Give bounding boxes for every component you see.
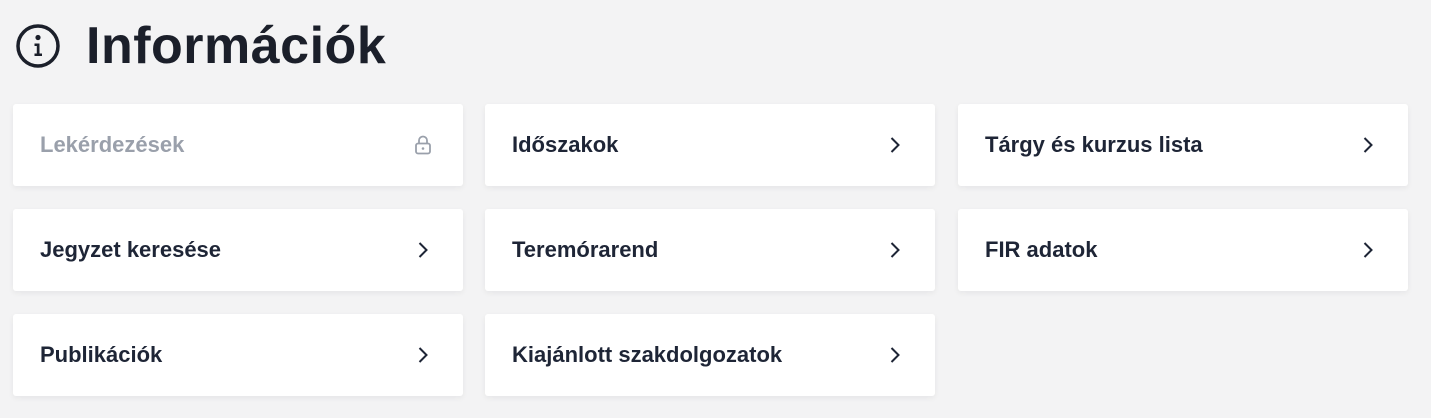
menu-card-label: Időszakok	[512, 132, 619, 157]
chevron-right-icon	[885, 240, 905, 260]
page-title: Információk	[86, 17, 387, 75]
chevron-right-icon	[413, 345, 433, 365]
menu-card-jegyzet-keresese[interactable]: Jegyzet keresése	[13, 209, 463, 291]
menu-card-teremorarend[interactable]: Teremórarend	[485, 209, 935, 291]
menu-card-kiajanlott-szakdolgozatok[interactable]: Kiajánlott szakdolgozatok	[485, 314, 935, 396]
menu-card-label: Kiajánlott szakdolgozatok	[512, 342, 783, 367]
menu-card-targy-es-kurzus-lista[interactable]: Tárgy és kurzus lista	[958, 104, 1408, 186]
menu-card-label: Teremórarend	[512, 237, 659, 262]
chevron-right-icon	[1358, 240, 1378, 260]
info-circle-icon	[14, 22, 62, 70]
menu-card-fir-adatok[interactable]: FIR adatok	[958, 209, 1408, 291]
menu-card-label: Tárgy és kurzus lista	[985, 132, 1203, 157]
lock-icon	[413, 135, 433, 155]
menu-card-label: FIR adatok	[985, 237, 1098, 262]
chevron-right-icon	[413, 240, 433, 260]
menu-card-lekerdezesek: Lekérdezések	[13, 104, 463, 186]
menu-card-label: Lekérdezések	[40, 132, 185, 157]
chevron-right-icon	[885, 135, 905, 155]
menu-card-publikaciok[interactable]: Publikációk	[13, 314, 463, 396]
menu-card-label: Jegyzet keresése	[40, 237, 222, 262]
information-page: Információk Lekérdezések Időszakok Tárgy…	[0, 0, 1431, 418]
page-header: Információk	[14, 14, 386, 78]
chevron-right-icon	[1358, 135, 1378, 155]
menu-card-label: Publikációk	[40, 342, 163, 367]
menu-card-idoszakok[interactable]: Időszakok	[485, 104, 935, 186]
chevron-right-icon	[885, 345, 905, 365]
